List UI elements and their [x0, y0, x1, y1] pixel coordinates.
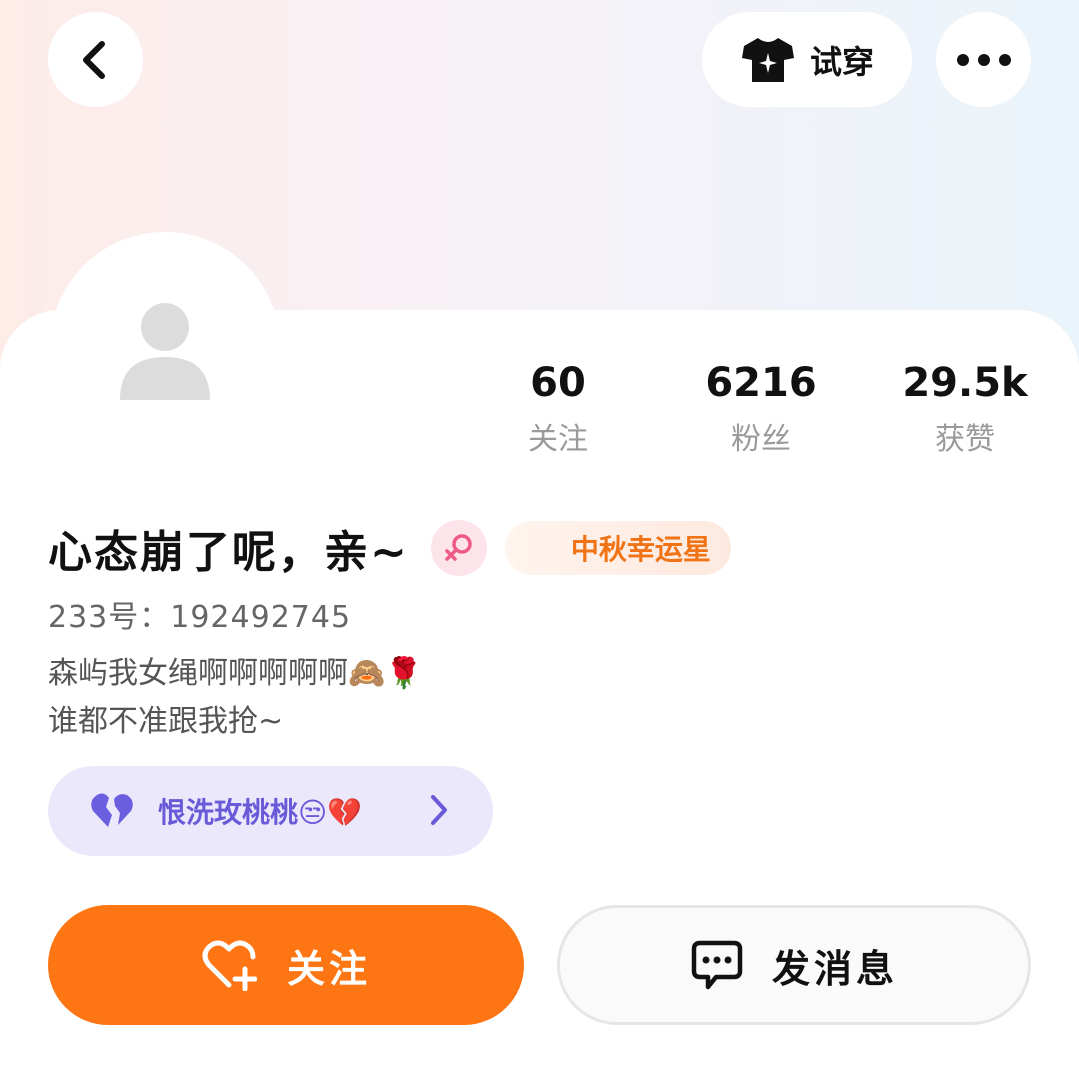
- event-badge-label: 中秋幸运星: [570, 533, 711, 566]
- back-button[interactable]: [48, 12, 143, 107]
- stat-followers[interactable]: 6216 粉丝: [691, 358, 831, 458]
- profile-name: 心态崩了呢，亲~: [48, 527, 409, 578]
- female-icon: [430, 520, 487, 576]
- stat-value: 60: [530, 360, 586, 406]
- bio: 森屿我女绳啊啊啊啊啊🙈🌹 谁都不准跟我抢~: [48, 650, 423, 746]
- more-dots-icon: [956, 53, 1011, 66]
- heart-plus-icon: [202, 940, 257, 991]
- chevron-right-icon: [431, 795, 447, 825]
- relation-text: 恨洗玫桃桃😒💔: [158, 796, 363, 829]
- avatar[interactable]: [110, 295, 220, 410]
- stat-label: 关注: [528, 422, 588, 457]
- stat-following[interactable]: 60 关注: [488, 358, 628, 458]
- user-id: 233号：192492745: [48, 600, 352, 635]
- try-on-button[interactable]: 试穿: [702, 12, 912, 107]
- follow-button[interactable]: 关注: [48, 905, 524, 1025]
- stat-label: 获赞: [935, 422, 995, 457]
- purple-heart-icon: [91, 793, 133, 827]
- message-label: 发消息: [771, 946, 898, 991]
- name-row: 心态崩了呢，亲~ 中秋幸运星: [48, 516, 731, 580]
- tshirt-sparkle-icon: [741, 37, 794, 82]
- follow-label: 关注: [286, 946, 371, 991]
- event-badge[interactable]: 中秋幸运星: [504, 521, 731, 575]
- relation-chip[interactable]: 恨洗玫桃桃😒💔: [48, 766, 493, 856]
- stat-likes[interactable]: 29.5k 获赞: [895, 358, 1035, 458]
- chevron-left-icon: [82, 40, 105, 79]
- try-on-label: 试穿: [809, 42, 874, 81]
- message-button[interactable]: 发消息: [557, 905, 1031, 1025]
- bio-line: 谁都不准跟我抢~: [48, 704, 284, 739]
- stat-label: 粉丝: [731, 422, 791, 457]
- chat-bubble-icon: [691, 940, 743, 990]
- stat-value: 29.5k: [902, 360, 1028, 406]
- more-button[interactable]: [936, 12, 1031, 107]
- stat-value: 6216: [705, 360, 817, 406]
- bio-line: 森屿我女绳啊啊啊啊啊🙈🌹: [48, 656, 423, 691]
